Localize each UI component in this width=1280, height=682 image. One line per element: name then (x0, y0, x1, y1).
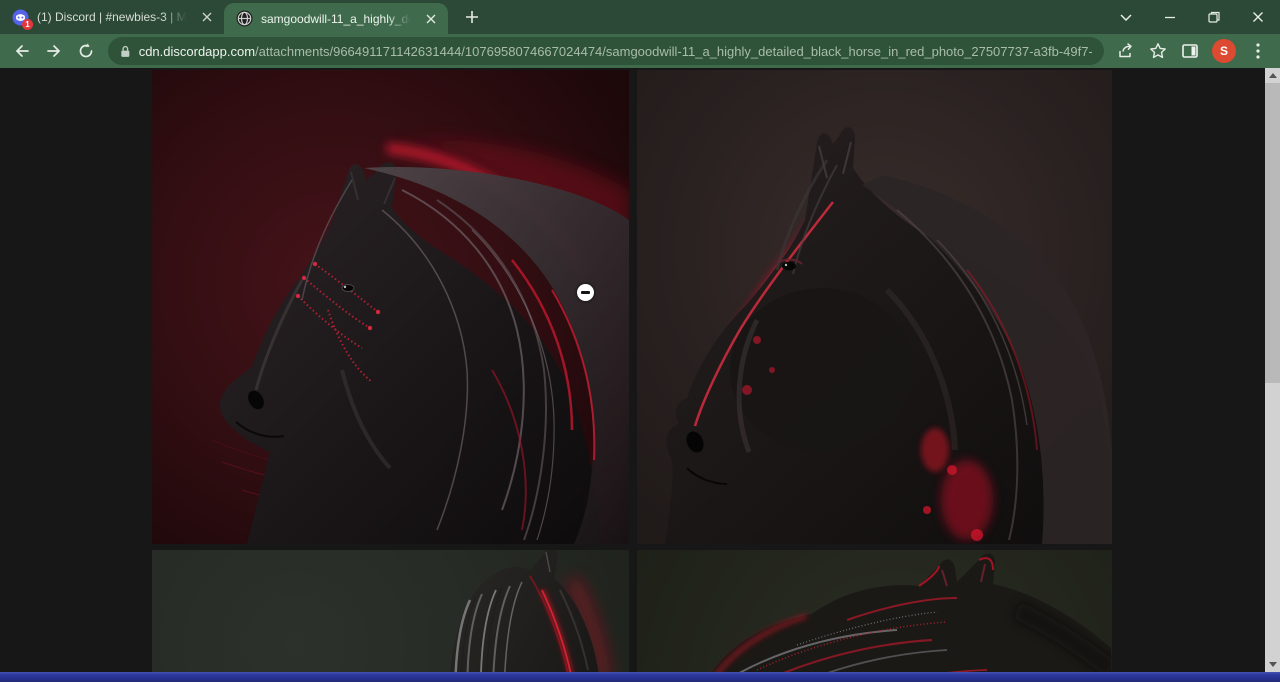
new-tab-button[interactable] (458, 3, 486, 31)
kebab-menu-icon (1256, 43, 1260, 59)
tab-title: (1) Discord | #newbies-3 | Midjou (37, 10, 190, 24)
scrollbar-thumb[interactable] (1265, 83, 1280, 383)
address-bar[interactable]: cdn.discordapp.com/attachments/966491171… (108, 37, 1104, 65)
browser-toolbar: cdn.discordapp.com/attachments/966491171… (0, 34, 1280, 68)
bookmark-button[interactable] (1144, 37, 1172, 65)
window-controls (1104, 0, 1280, 34)
scroll-up-button[interactable] (1265, 68, 1280, 83)
scroll-down-arrow-icon (1269, 662, 1277, 667)
tab-image-viewer[interactable]: samgoodwill-11_a_highly_detaile (224, 3, 448, 34)
chevron-down-icon (1120, 14, 1132, 21)
tab-close-icon[interactable] (422, 10, 440, 28)
minimize-button[interactable] (1148, 0, 1192, 34)
restore-button[interactable] (1192, 0, 1236, 34)
tab-search-button[interactable] (1104, 0, 1148, 34)
browser-tab-strip: 1 (1) Discord | #newbies-3 | Midjou samg… (0, 0, 1280, 34)
discord-favicon-icon: 1 (12, 9, 29, 26)
back-arrow-icon (13, 42, 31, 60)
side-panel-button[interactable] (1176, 37, 1204, 65)
globe-favicon-icon (236, 10, 253, 27)
horse-image-bottom-left (152, 550, 629, 672)
avatar-letter: S (1220, 44, 1228, 58)
restore-icon (1208, 11, 1220, 23)
zoom-out-cursor-icon (577, 284, 594, 301)
taskbar-edge-strip (0, 672, 1280, 682)
reload-icon (77, 42, 95, 60)
minus-glyph (581, 291, 590, 294)
profile-avatar[interactable]: S (1212, 39, 1236, 63)
horse-image-top-right (637, 70, 1112, 544)
forward-button[interactable] (40, 37, 68, 65)
side-panel-icon (1181, 42, 1199, 60)
tab-title: samgoodwill-11_a_highly_detaile (261, 12, 414, 26)
horse-image-grid[interactable] (152, 70, 1112, 672)
reload-button[interactable] (72, 37, 100, 65)
notification-badge: 1 (22, 19, 33, 30)
plus-icon (465, 10, 479, 24)
browser-menu-button[interactable] (1244, 37, 1272, 65)
url-text: cdn.discordapp.com/attachments/966491171… (139, 44, 1092, 59)
forward-arrow-icon (45, 42, 63, 60)
share-icon (1117, 42, 1135, 60)
tab-discord[interactable]: 1 (1) Discord | #newbies-3 | Midjou (0, 0, 224, 34)
horse-image-bottom-right (637, 550, 1112, 672)
url-domain: cdn.discordapp.com (139, 44, 255, 59)
lock-icon (120, 45, 131, 58)
vertical-scrollbar[interactable] (1265, 68, 1280, 672)
tab-close-icon[interactable] (198, 8, 216, 26)
scroll-down-button[interactable] (1265, 657, 1280, 672)
scroll-up-arrow-icon (1269, 73, 1277, 78)
star-icon (1149, 42, 1167, 60)
close-icon (1252, 11, 1264, 23)
back-button[interactable] (8, 37, 36, 65)
url-path: /attachments/966491171142631444/10769580… (255, 44, 1092, 59)
share-button[interactable] (1112, 37, 1140, 65)
minimize-icon (1164, 11, 1176, 23)
page-viewport (0, 68, 1265, 672)
close-window-button[interactable] (1236, 0, 1280, 34)
horse-image-top-left (152, 70, 629, 544)
